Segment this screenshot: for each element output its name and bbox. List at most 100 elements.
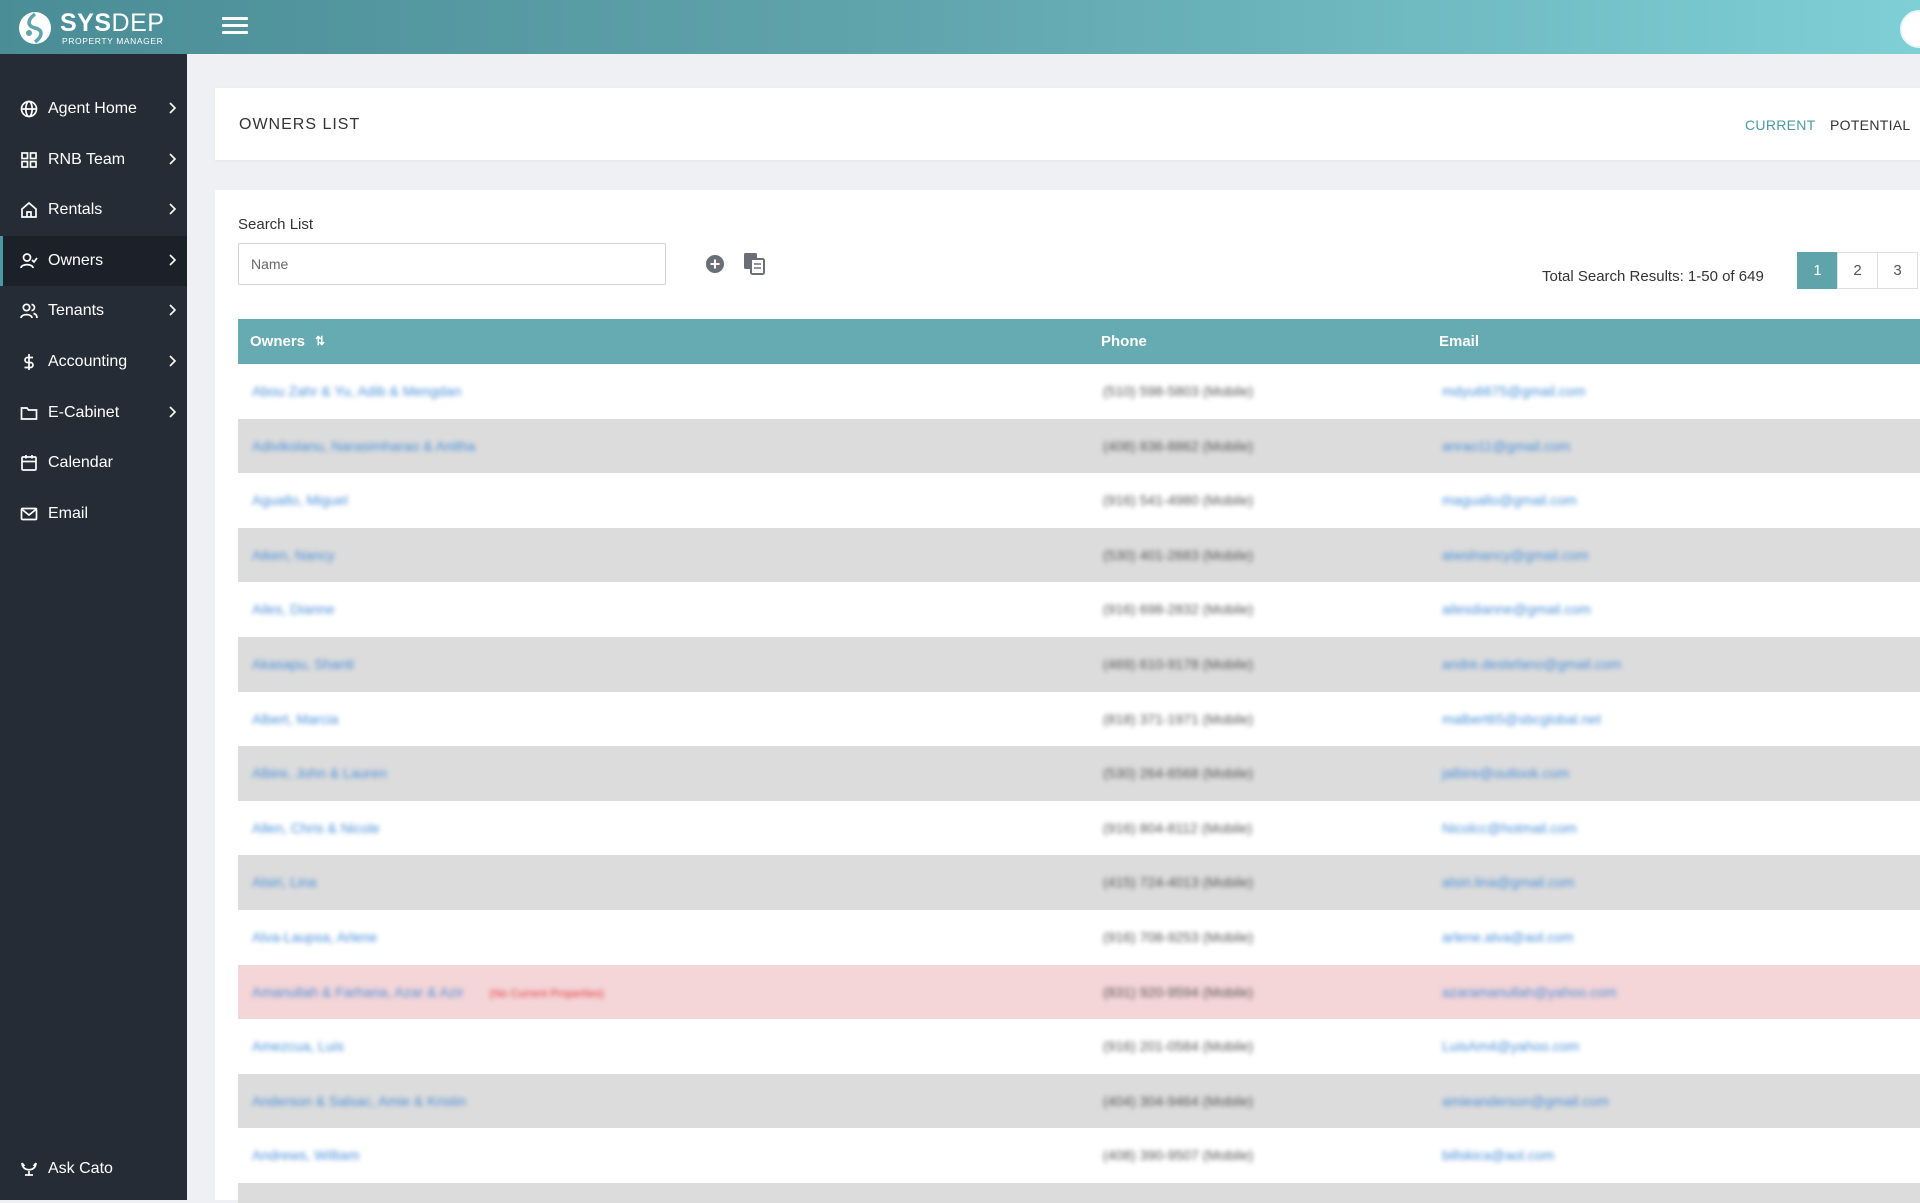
table-row: Adivikolanu, Narasimharao & Anitha (408)… [238,418,1920,474]
owner-phone: (530) 401-2683 (Mobile) [1103,546,1254,563]
menu-toggle-icon[interactable] [222,17,248,37]
add-owner-icon[interactable] [705,254,725,274]
ask-icon [20,1160,38,1178]
brand-name: SYSDEP [60,8,165,37]
owner-email-link[interactable]: arlene.alva@aol.com [1442,929,1574,945]
owner-name-link[interactable]: Allen, Chris & Nicole [252,820,380,836]
owner-email-link[interactable]: anrao11@gmail.com [1442,438,1570,454]
sidebar-item-tenants[interactable]: Tenants [0,286,187,336]
column-header-email: Email [1439,333,1480,350]
grid-icon [20,151,38,169]
page-button-1[interactable]: 1 [1797,252,1838,289]
table-row: Allen, Chris & Nicole (916) 804-8112 (Mo… [238,801,1920,856]
owner-phone: (831) 920-9594 (Mobile) [1103,983,1254,1000]
column-header-owners[interactable]: Owners ⇅ [250,333,325,350]
owner-phone: (916) 804-8112 (Mobile) [1103,819,1253,836]
home-icon [20,201,38,219]
table-row: Ailes, Dianne (916) 698-2832 (Mobile) ai… [238,582,1920,637]
copy-list-icon[interactable] [742,251,766,276]
table-row: Amezcua, Luis (916) 201-0584 (Mobile) Lu… [238,1019,1920,1074]
table-row: Albire, John & Lauren (530) 264-6568 (Mo… [238,746,1920,801]
search-input[interactable] [238,243,666,285]
table-row: Albert, Marcia (818) 371-1971 (Mobile) m… [238,692,1920,747]
owner-phone: (916) 708-9253 (Mobile) [1103,928,1254,945]
owner-phone: (530) 264-6568 (Mobile) [1103,765,1254,782]
owner-phone: (408) 836-8862 (Mobile) [1103,437,1254,454]
owner-name-link[interactable]: Alva-Laupsa, Arlene [252,929,377,945]
sidebar-item-rentals[interactable]: Rentals [0,185,187,235]
owner-phone: (916) 698-2832 (Mobile) [1103,601,1254,618]
owner-name-link[interactable]: Amezcua, Luis [252,1038,344,1054]
dollar-icon [20,353,38,371]
chevron-right-icon [167,303,177,316]
page-title: OWNERS LIST [239,116,361,133]
total-results: Total Search Results: 1-50 of 649 [1542,268,1764,285]
table-row: Andrews, William (408) 390-9507 (Mobile)… [238,1128,1920,1183]
sidebar-item-email[interactable]: Email [0,489,187,539]
sidebar-item-owners[interactable]: Owners [0,235,187,286]
table-row: Abou Zahr & Yu, Adib & Mengdan (510) 598… [238,364,1920,419]
owner-email-link[interactable]: aiwslnancy@gmail.com [1442,547,1588,563]
sidebar-item-e-cabinet[interactable]: E-Cabinet [0,388,187,438]
users-icon [20,302,38,320]
chevron-right-icon [167,253,177,266]
user-avatar[interactable] [1900,10,1920,48]
brand-subtitle: PROPERTY MANAGER [62,35,164,46]
owner-phone: (408) 390-9507 (Mobile) [1103,1147,1254,1164]
owner-email-link[interactable]: mdyu6675@gmail.com [1442,383,1585,399]
owners-table: Owners ⇅ Phone Email Abou Zahr & Yu, Adib… [238,319,1920,1203]
page-button-2[interactable]: 2 [1837,252,1878,289]
owner-name-link[interactable]: Alsiri, Lina [252,874,317,890]
owner-name-link[interactable]: Aguallo, Miguel [252,492,348,508]
sidebar-item-label: Accounting [48,352,128,370]
app-logo[interactable]: SYSDEP PROPERTY MANAGER [18,10,164,46]
owner-name-link[interactable]: Andrews, William [252,1147,359,1163]
table-header: Owners ⇅ Phone Email [238,319,1920,364]
page-header: OWNERS LIST CURRENT POTENTIAL [215,88,1920,160]
owner-email-link[interactable]: azaramanullah@yahoo.com [1442,984,1617,1000]
sidebar-item-accounting[interactable]: Accounting [0,337,187,387]
tab-potential[interactable]: POTENTIAL [1830,117,1911,133]
sidebar-item-ask-cato[interactable]: Ask Cato [0,1144,187,1194]
table-row: Amanullah & Farhana, Azar & Azir (No Curr… [238,964,1920,1020]
owner-email-link[interactable]: ailesdianne@gmail.com [1442,601,1591,617]
sidebar-item-label: Owners [48,251,104,269]
owner-email-link[interactable]: andre.destefano@gmail.com [1442,656,1621,672]
owner-name-link[interactable]: Abou Zahr & Yu, Adib & Mengdan [252,383,461,399]
sidebar-item-label: E-Cabinet [48,403,120,421]
owner-name-link[interactable]: Anderson & Salsac, Amie & Kristin [252,1093,466,1109]
globe-icon [20,100,38,118]
owner-email-link[interactable]: LuisAm4@yahoo.com [1442,1038,1579,1054]
owner-email-link[interactable]: maguallo@gmail.com [1442,492,1577,508]
owner-name-link[interactable]: Aiken, Nancy [252,547,334,563]
owner-email-link[interactable]: jalbire@outlook.com [1442,765,1569,781]
owner-email-link[interactable]: malbert65@sbcglobal.net [1442,711,1601,727]
sidebar-item-agent-home[interactable]: Agent Home [0,84,187,134]
owner-email-link[interactable]: Nicolcc@hotmail.com [1442,820,1577,836]
mail-icon [20,505,38,523]
sort-icon[interactable]: ⇅ [315,334,325,348]
owner-name-link[interactable]: Ailes, Dianne [252,601,335,617]
owner-name-link[interactable]: Albert, Marcia [252,711,338,727]
owner-name-link[interactable]: Adivikolanu, Narasimharao & Anitha [252,438,475,454]
folder-icon [20,404,38,422]
column-header-phone: Phone [1101,333,1147,350]
owner-email-link[interactable]: alsiri.lina@gmail.com [1442,874,1574,890]
chevron-right-icon [167,405,177,418]
sidebar-item-rnb-team[interactable]: RNB Team [0,135,187,185]
chevron-right-icon [167,101,177,114]
owner-email-link[interactable]: billskica@aol.com [1442,1147,1554,1163]
page-button-3[interactable]: 3 [1877,252,1918,289]
tab-current[interactable]: CURRENT [1745,117,1816,133]
top-bar: SYSDEP PROPERTY MANAGER [0,0,1920,54]
logo-mark-icon [19,12,51,44]
owner-name-link[interactable]: Amanullah & Farhana, Azar & Azir (No Curr… [252,984,604,1000]
sidebar-item-label: Email [48,504,89,522]
sidebar-item-calendar[interactable]: Calendar [0,438,187,488]
owner-name-link[interactable]: Akasapu, Shanti [252,656,354,672]
sidebar-item-label: Ask Cato [48,1160,113,1177]
owner-email-link[interactable]: amieanderson@gmail.com [1442,1093,1609,1109]
owner-name-link[interactable]: Albire, John & Lauren [252,765,387,781]
table-row: Aiken, Nancy (530) 401-2683 (Mobile) aiw… [238,527,1920,583]
owner-phone: (818) 371-1971 (Mobile) [1103,710,1254,727]
